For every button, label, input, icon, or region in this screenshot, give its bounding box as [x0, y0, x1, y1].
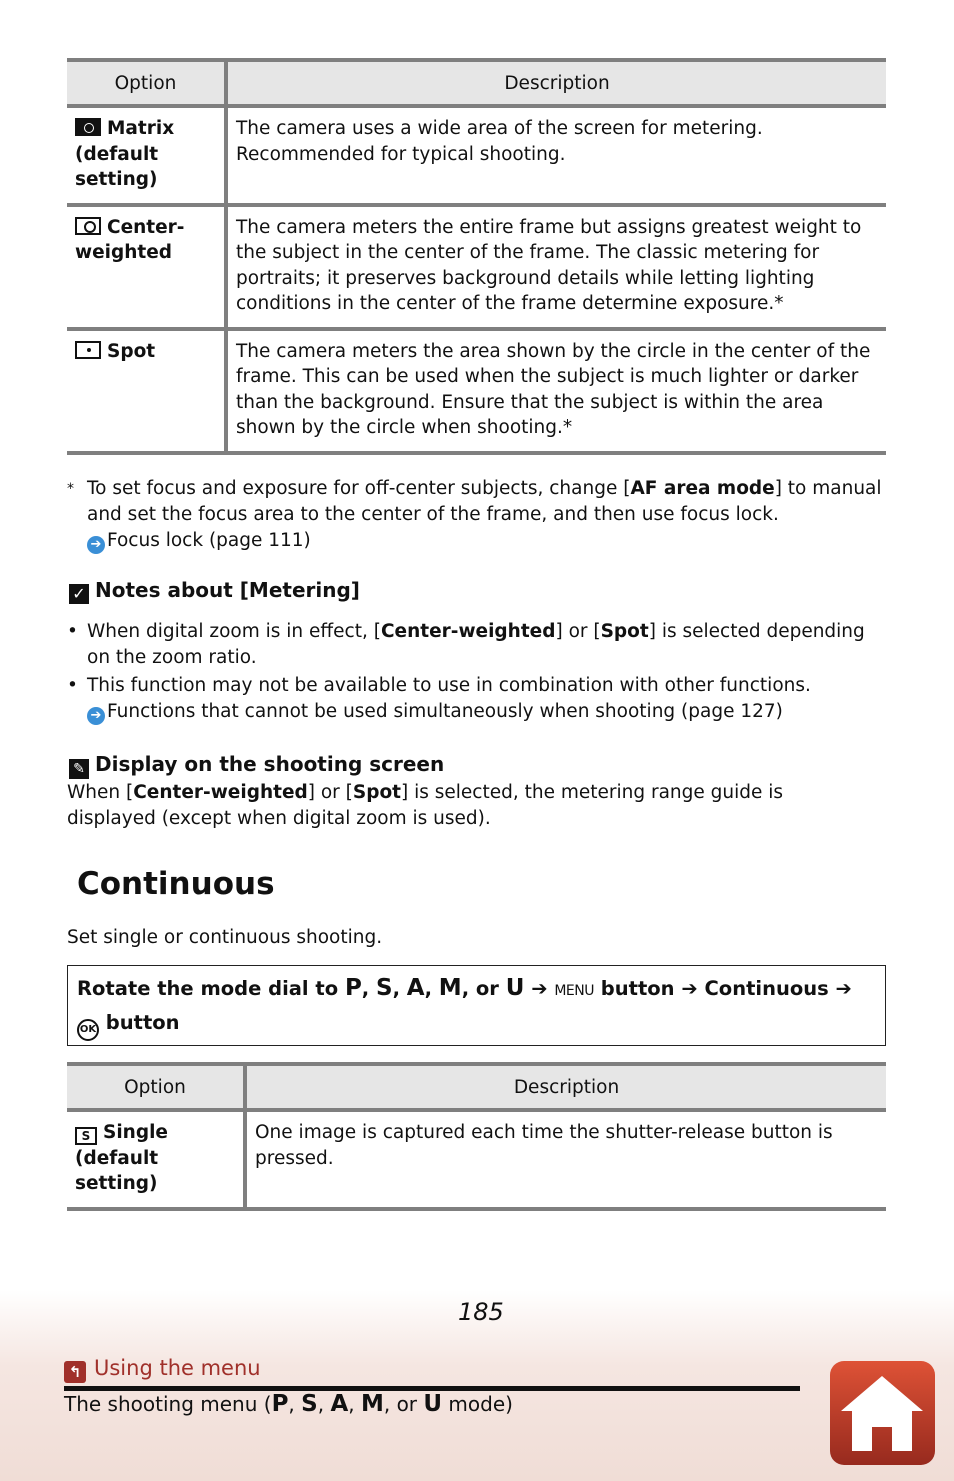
option-cell: S Single (default setting)	[67, 1110, 245, 1211]
footnote-text: To set focus and exposure for off-center…	[87, 478, 631, 499]
continuous-table: Option Description S Single (default sett…	[67, 1062, 886, 1211]
note-text: When digital zoom is in effect, [	[87, 621, 381, 642]
display-title: Display on the shooting screen	[95, 752, 445, 776]
breadcrumb-text: , or	[383, 1392, 424, 1416]
table-row: Center- weighted The camera meters the e…	[67, 204, 886, 331]
spot-metering-icon	[75, 340, 101, 359]
home-icon	[841, 1376, 923, 1451]
display-body: ] or [	[307, 782, 353, 803]
pencil-icon: ✎	[69, 759, 89, 779]
arrow-icon: ➔	[531, 977, 548, 1000]
ok-button-icon: OK	[77, 1019, 99, 1041]
mode-p: P	[344, 975, 362, 1001]
mode-s: S	[301, 1391, 318, 1417]
checkmark-icon: ✓	[69, 584, 89, 604]
header-option: Option	[67, 58, 226, 108]
display-text: When [Center-weighted] or [Spot] is sele…	[67, 780, 877, 832]
footnote: * To set focus and exposure for off-cent…	[67, 476, 887, 554]
breadcrumb-text: The shooting menu (	[64, 1392, 272, 1416]
arrow-right-icon: ➔	[87, 707, 105, 725]
notes-title: Notes about [Metering]	[95, 578, 360, 602]
option-cell: Center- weighted	[67, 204, 226, 331]
note-text: This function may not be available to us…	[87, 675, 811, 696]
list-item: • This function may not be available to …	[67, 673, 867, 725]
metering-table: Option Description Matrix (default setti…	[67, 58, 886, 455]
procedure-box: Rotate the mode dial to P, S, A, M, or U…	[67, 965, 886, 1046]
procedure-text: button	[600, 977, 675, 1000]
mode-s: S	[376, 975, 393, 1001]
procedure-text: button	[105, 1011, 180, 1034]
mode-u: U	[423, 1391, 443, 1417]
note-text: ] or [	[555, 621, 601, 642]
table-row: Matrix (default setting) The camera uses…	[67, 106, 886, 207]
table-header-row: Option Description	[67, 58, 886, 108]
option-name: Spot	[107, 340, 156, 362]
description-cell: One image is captured each time the shut…	[243, 1110, 886, 1211]
mode-m: M	[438, 975, 462, 1001]
manual-page: Option Description Matrix (default setti…	[0, 0, 954, 1481]
description-cell: The camera meters the entire frame but a…	[224, 204, 886, 331]
option-name: weighted	[75, 242, 173, 263]
back-link[interactable]: ↰ Using the menu	[64, 1356, 261, 1383]
procedure-text: or	[475, 977, 499, 1000]
table-header-row: Option Description	[67, 1062, 886, 1112]
procedure-text: Rotate the mode dial to	[77, 977, 339, 1000]
menu-button-icon: MENU	[554, 983, 594, 999]
option-name: Matrix	[107, 118, 175, 139]
table-row: Spot The camera meters the area shown by…	[67, 328, 886, 455]
page-number: 185	[458, 1298, 504, 1326]
mode-a: A	[330, 1391, 349, 1417]
focus-lock-link[interactable]: Focus lock (page 111)	[107, 530, 311, 551]
description-cell: The camera meters the area shown by the …	[224, 328, 886, 455]
display-body: When [	[67, 782, 134, 803]
notes-list: • When digital zoom is in effect, [Cente…	[67, 619, 867, 725]
option-note: setting)	[75, 169, 158, 190]
header-description: Description	[243, 1062, 886, 1112]
footnote-bold: AF area mode	[630, 478, 775, 499]
header-description: Description	[224, 58, 886, 108]
arrow-right-icon: ➔	[87, 536, 105, 554]
breadcrumb-text: mode)	[442, 1392, 513, 1416]
display-bold: Center-weighted	[133, 782, 308, 803]
option-name: Center-	[107, 216, 185, 238]
display-heading: ✎ Display on the shooting screen	[69, 751, 444, 779]
arrow-icon: ➔	[681, 977, 698, 1000]
list-item: • When digital zoom is in effect, [Cente…	[67, 619, 867, 671]
home-button[interactable]	[830, 1361, 935, 1465]
option-name: Single	[103, 1122, 168, 1143]
bullet: •	[67, 675, 78, 696]
header-option: Option	[67, 1062, 245, 1112]
bullet: •	[67, 621, 78, 642]
center-weighted-metering-icon	[75, 216, 101, 235]
description-cell: The camera uses a wide area of the scree…	[224, 106, 886, 207]
mode-a: A	[406, 975, 425, 1001]
breadcrumb: The shooting menu (P, S, A, M, or U mode…	[64, 1391, 513, 1417]
single-frame-icon: S	[75, 1127, 97, 1145]
arrow-icon: ➔	[835, 977, 852, 1000]
matrix-metering-icon	[75, 118, 101, 136]
functions-link[interactable]: Functions that cannot be used simultaneo…	[107, 701, 783, 722]
procedure-menu-item: Continuous	[704, 977, 829, 1000]
note-bold: Spot	[600, 621, 649, 642]
option-cell: Spot	[67, 328, 226, 455]
footnote-marker: *	[67, 481, 74, 497]
display-bold: Spot	[352, 782, 401, 803]
notes-heading: ✓ Notes about [Metering]	[69, 577, 360, 604]
note-bold: Center-weighted	[380, 621, 556, 642]
mode-m: M	[360, 1391, 384, 1417]
back-arrow-icon: ↰	[64, 1361, 86, 1383]
option-note: (default	[75, 143, 159, 165]
back-link-label: Using the menu	[94, 1356, 261, 1380]
section-title: Continuous	[77, 866, 275, 902]
table-row: S Single (default setting) One image is c…	[67, 1110, 886, 1211]
option-note: (default setting)	[75, 1147, 159, 1195]
option-cell: Matrix (default setting)	[67, 106, 226, 207]
section-intro: Set single or continuous shooting.	[67, 927, 383, 948]
mode-u: U	[505, 975, 525, 1001]
mode-p: P	[271, 1391, 289, 1417]
